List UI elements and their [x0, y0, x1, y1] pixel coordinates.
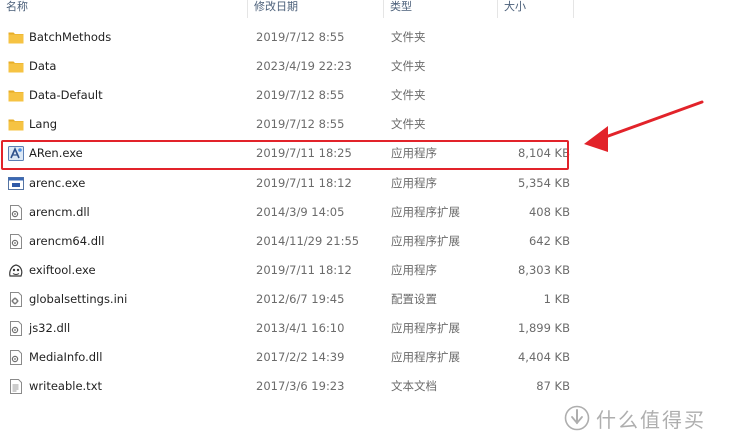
file-type: 应用程序扩展	[391, 321, 460, 335]
file-size: 87 KB	[536, 379, 570, 394]
folder-icon	[8, 30, 24, 45]
file-row[interactable]: js32.dll 2013/4/1 16:10 应用程序扩展 1,899 KB	[0, 314, 732, 343]
file-name: arencm64.dll	[29, 233, 105, 248]
file-size: 1 KB	[543, 291, 570, 306]
column-header-type[interactable]: 类型	[384, 0, 498, 18]
file-row[interactable]: arencm.dll 2014/3/9 14:05 应用程序扩展 408 KB	[0, 198, 732, 227]
file-size: 642 KB	[528, 233, 570, 248]
file-name: Lang	[29, 117, 58, 132]
file-type: 文本文档	[391, 379, 437, 394]
file-date-modified: 2019/7/12 8:55	[256, 117, 345, 132]
file-date-modified: 2019/7/12 8:55	[256, 88, 345, 103]
file-name: Data	[29, 59, 57, 74]
exiftool-app-icon	[8, 263, 24, 278]
file-type: 文件夹	[391, 30, 426, 44]
file-date-modified: 2019/7/12 8:55	[256, 30, 345, 44]
file-type: 文件夹	[391, 117, 426, 132]
dll-file-icon	[8, 350, 24, 366]
file-type: 配置设置	[391, 291, 437, 306]
file-type: 文件夹	[391, 59, 426, 74]
file-row[interactable]: MediaInfo.dll 2017/2/2 14:39 应用程序扩展 4,404 K…	[0, 343, 732, 372]
file-size: 1,899 KB	[517, 321, 570, 335]
folder-icon	[8, 117, 24, 132]
file-row[interactable]: arencm64.dll 2014/11/29 21:55 应用程序扩展 642 KB	[0, 227, 732, 256]
file-type: 文件夹	[391, 88, 426, 103]
file-row[interactable]: arenc.exe 2019/7/11 18:12 应用程序 5,354 KB	[0, 169, 732, 198]
file-type: 应用程序扩展	[391, 350, 460, 365]
settings-file-icon	[8, 291, 24, 307]
file-type: 应用程序扩展	[391, 233, 460, 248]
folder-icon	[8, 59, 24, 74]
console-app-icon	[8, 176, 24, 191]
file-type: 应用程序	[391, 262, 437, 277]
column-header-size[interactable]: 大小	[498, 0, 574, 18]
file-date-modified: 2019/7/11 18:12	[256, 175, 352, 190]
file-size: 5,354 KB	[517, 175, 570, 190]
file-row[interactable]: BatchMethods 2019/7/12 8:55 文件夹	[0, 23, 732, 52]
file-type: 应用程序扩展	[391, 204, 460, 219]
file-name: globalsettings.ini	[29, 291, 128, 306]
file-name: writeable.txt	[29, 379, 103, 394]
column-header-date-modified[interactable]: 修改日期	[248, 0, 384, 18]
file-name: BatchMethods	[29, 30, 112, 44]
watermark: 什么值得买	[564, 403, 728, 433]
file-size: 8,303 KB	[517, 262, 570, 277]
file-date-modified: 2017/2/2 14:39	[256, 350, 345, 365]
file-date-modified: 2013/4/1 16:10	[256, 321, 345, 335]
file-row[interactable]: globalsettings.ini 2012/6/7 19:45 配置设置 1 KB	[0, 285, 732, 314]
file-size: 408 KB	[528, 204, 570, 219]
file-type: 应用程序	[391, 175, 437, 190]
file-explorer-view: 名称 修改日期 类型 大小 BatchMethods 2019/7/12 8:55…	[0, 0, 732, 446]
file-name: js32.dll	[29, 321, 71, 335]
file-date-modified: 2012/6/7 19:45	[256, 291, 345, 306]
dll-file-icon	[8, 233, 24, 249]
file-row[interactable]: writeable.txt 2017/3/6 19:23 文本文档 87 KB	[0, 372, 732, 401]
file-date-modified: 2017/3/6 19:23	[256, 379, 345, 394]
highlight-box	[1, 140, 569, 170]
file-row[interactable]: Data 2023/4/19 22:23 文件夹	[0, 52, 732, 81]
file-row[interactable]: exiftool.exe 2019/7/11 18:12 应用程序 8,303 KB	[0, 256, 732, 285]
file-size: 4,404 KB	[517, 350, 570, 365]
column-header-bar: 名称 修改日期 类型 大小	[0, 0, 732, 18]
file-name: exiftool.exe	[29, 262, 96, 277]
watermark-text: 什么值得买	[596, 407, 706, 432]
file-name: Data-Default	[29, 88, 103, 103]
file-name: arenc.exe	[29, 175, 86, 190]
red-arrow-annotation	[584, 100, 704, 152]
watermark-logo-icon	[564, 405, 590, 431]
dll-file-icon	[8, 204, 24, 220]
file-date-modified: 2019/7/11 18:12	[256, 262, 352, 277]
column-header-name[interactable]: 名称	[0, 0, 248, 18]
file-date-modified: 2014/11/29 21:55	[256, 233, 360, 248]
file-date-modified: 2023/4/19 22:23	[256, 59, 352, 74]
text-file-icon	[8, 379, 24, 395]
file-date-modified: 2014/3/9 14:05	[256, 204, 345, 219]
file-name: MediaInfo.dll	[29, 350, 103, 365]
dll-file-icon	[8, 321, 24, 336]
folder-icon	[8, 88, 24, 103]
file-name: arencm.dll	[29, 204, 90, 219]
